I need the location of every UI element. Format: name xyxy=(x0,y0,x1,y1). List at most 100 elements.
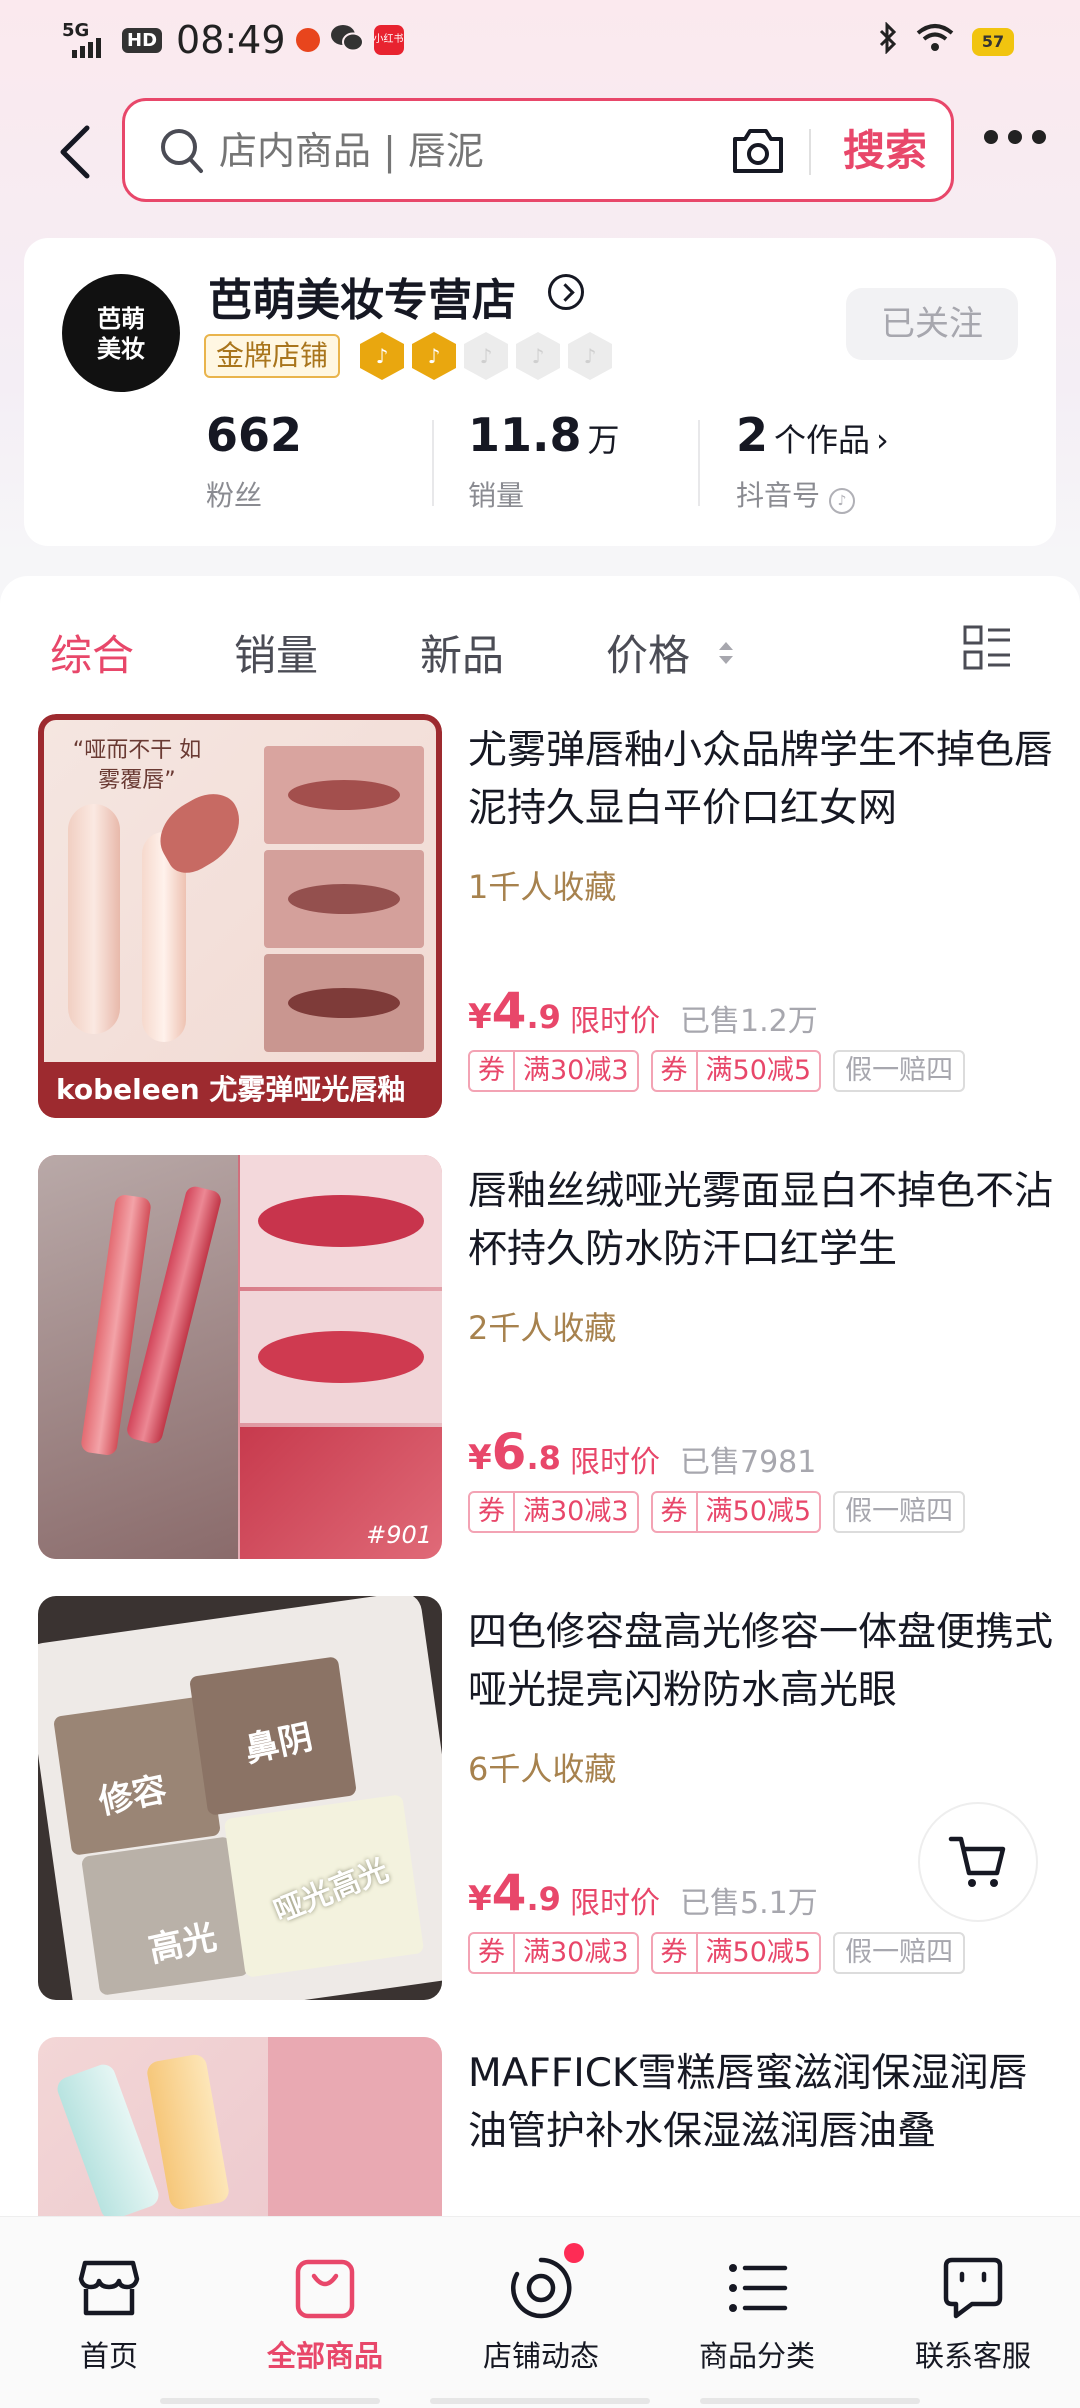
follow-button[interactable]: 已关注 xyxy=(846,288,1018,360)
back-button[interactable] xyxy=(52,122,96,182)
sort-tab-new[interactable]: 新品 xyxy=(420,622,504,683)
product-price: ¥4.9 xyxy=(468,1864,561,1922)
product-price: ¥4.9 xyxy=(468,982,561,1040)
stat-sales[interactable]: 11.8 万 销量 xyxy=(468,408,620,514)
product-favorites: 6千人收藏 xyxy=(468,1750,617,1788)
search-bar[interactable]: 搜索 xyxy=(122,98,954,202)
wifi-icon xyxy=(916,23,954,61)
cart-icon xyxy=(948,1836,1006,1887)
search-button[interactable]: 搜索 xyxy=(825,119,945,183)
product-card[interactable]: “哑而不干 如雾覆唇” kobeleen 尤雾弹哑光唇釉 尤雾弹唇釉小众品牌学生… xyxy=(38,714,1058,1118)
status-bar: 5G HD 08:49 小红书 57 xyxy=(0,0,1080,84)
sort-arrows-icon xyxy=(716,638,736,672)
sold-count: 已售1.2万 xyxy=(680,1004,818,1039)
product-card[interactable]: MAFFICK雪糕唇蜜滋润保湿润唇油管护补水保湿滋润唇油叠 xyxy=(38,2037,1058,2216)
sort-tab-comprehensive[interactable]: 综合 xyxy=(50,622,134,683)
chevron-right-circle-icon[interactable] xyxy=(548,274,584,310)
chevron-left-icon xyxy=(60,125,90,179)
shop-info-card: 芭萌 美妆 芭萌美妆专营店 金牌店铺 ♪ ♪ ♪ ♪ ♪ 已关注 662 粉丝 … xyxy=(24,238,1056,546)
product-image[interactable] xyxy=(38,2037,442,2216)
notification-dot xyxy=(564,2243,584,2263)
home-indicator xyxy=(700,2398,920,2404)
guarantee-tag: 假一赔四 xyxy=(833,1932,966,1974)
product-image[interactable]: “哑而不干 如雾覆唇” kobeleen 尤雾弹哑光唇釉 xyxy=(38,714,442,1118)
red-app-icon: 小红书 xyxy=(373,25,404,55)
home-indicator xyxy=(430,2398,650,2404)
limited-price-label: 限时价 xyxy=(570,1004,660,1039)
product-tags: 券满30减3 券满50减5 假一赔四 xyxy=(468,1491,966,1533)
shop-icon xyxy=(24,2253,194,2323)
sort-tab-price[interactable]: 价格 xyxy=(606,622,690,683)
sort-bar: 综合 销量 新品 价格 xyxy=(0,598,1080,698)
stat-divider xyxy=(698,420,700,506)
tier-icon-empty: ♪ xyxy=(568,332,612,380)
product-price: ¥6.8 xyxy=(468,1423,561,1481)
cellular-signal-icon: 5G xyxy=(62,20,112,60)
nav-customer-service[interactable]: 联系客服 xyxy=(888,2253,1058,2375)
status-time: 08:49 xyxy=(176,18,286,62)
coupon-tag: 券满30减3 xyxy=(468,1491,639,1533)
coupon-tag: 券满30减3 xyxy=(468,1932,639,1974)
sort-tab-sales[interactable]: 销量 xyxy=(234,622,318,683)
coupon-tag: 券满50减5 xyxy=(650,1491,822,1533)
douyin-logo-icon: ♪ xyxy=(828,488,855,514)
guarantee-tag: 假一赔四 xyxy=(833,1050,966,1092)
product-tags: 券满30减3 券满50减5 假一赔四 xyxy=(468,1050,966,1092)
product-title[interactable]: 唇釉丝绒哑光雾面显白不掉色不沾杯持久防水防汗口红学生 xyxy=(468,1163,1058,1279)
product-title[interactable]: MAFFICK雪糕唇蜜滋润保湿润唇油管护补水保湿滋润唇油叠 xyxy=(468,2045,1058,2161)
more-options-button[interactable] xyxy=(984,130,1046,144)
tier-icon-filled: ♪ xyxy=(412,332,456,380)
tier-icon-filled: ♪ xyxy=(360,332,404,380)
shop-name[interactable]: 芭萌美妆专营店 xyxy=(208,264,516,328)
sold-count: 已售5.1万 xyxy=(680,1886,818,1921)
notification-app-icon xyxy=(295,28,320,52)
limited-price-label: 限时价 xyxy=(570,1886,660,1921)
gold-shop-badge: 金牌店铺 xyxy=(204,334,341,378)
tier-icon-empty: ♪ xyxy=(516,332,560,380)
battery-icon: 57 xyxy=(972,28,1014,56)
search-input[interactable] xyxy=(219,123,719,179)
nav-shop-updates[interactable]: 店铺动态 xyxy=(456,2243,626,2375)
stat-works[interactable]: 2 个作品 › 抖音号 ♪ xyxy=(736,408,889,514)
image-caption: #901 xyxy=(366,1521,432,1549)
product-tags: 券满30减3 券满50减5 假一赔四 xyxy=(468,1932,966,1974)
chat-icon xyxy=(888,2253,1058,2323)
search-divider xyxy=(809,129,811,175)
nav-home[interactable]: 首页 xyxy=(24,2253,194,2375)
list-icon xyxy=(672,2253,842,2323)
cart-button[interactable] xyxy=(918,1802,1038,1922)
nav-all-products[interactable]: 全部商品 xyxy=(240,2253,410,2375)
image-quote-text: “哑而不干 如雾覆唇” xyxy=(72,738,202,793)
nav-categories[interactable]: 商品分类 xyxy=(672,2253,842,2375)
bottom-navigation: 首页 全部商品 店铺动态 商品分类 联系客服 xyxy=(0,2216,1080,2408)
product-favorites: 1千人收藏 xyxy=(468,868,617,906)
product-title[interactable]: 四色修容盘高光修容一体盘便携式哑光提亮闪粉防水高光眼 xyxy=(468,1604,1058,1720)
more-dots-icon xyxy=(984,130,998,144)
coupon-tag: 券满50减5 xyxy=(650,1050,822,1092)
layout-toggle-icon[interactable] xyxy=(962,624,1012,676)
coupon-tag: 券满50减5 xyxy=(650,1932,822,1974)
coupon-tag: 券满30减3 xyxy=(468,1050,639,1092)
product-image[interactable]: #901 xyxy=(38,1155,442,1559)
guarantee-tag: 假一赔四 xyxy=(833,1491,966,1533)
search-icon xyxy=(159,127,205,181)
product-image[interactable]: 修容 鼻阴 高光 哑光高光 xyxy=(38,1596,442,2000)
camera-icon[interactable] xyxy=(731,125,785,181)
image-caption: kobeleen 尤雾弹哑光唇釉 xyxy=(38,1062,442,1118)
wechat-icon xyxy=(330,23,364,57)
home-indicator xyxy=(160,2398,380,2404)
product-card[interactable]: 修容 鼻阴 高光 哑光高光 四色修容盘高光修容一体盘便携式哑光提亮闪粉防水高光眼… xyxy=(38,1596,1058,2000)
product-card[interactable]: #901 唇釉丝绒哑光雾面显白不掉色不沾杯持久防水防汗口红学生 2千人收藏 ¥6… xyxy=(38,1155,1058,1559)
hd-badge: HD xyxy=(122,27,163,53)
product-favorites: 2千人收藏 xyxy=(468,1309,617,1347)
stat-divider xyxy=(432,420,434,506)
product-title[interactable]: 尤雾弹唇釉小众品牌学生不掉色唇泥持久显白平价口红女网 xyxy=(468,722,1058,838)
limited-price-label: 限时价 xyxy=(570,1445,660,1480)
sold-count: 已售7981 xyxy=(680,1445,817,1480)
camera-ring-icon xyxy=(456,2253,626,2323)
shop-tier-icons: ♪ ♪ ♪ ♪ ♪ xyxy=(360,332,612,380)
chevron-right-icon: › xyxy=(876,421,889,459)
bag-icon xyxy=(240,2253,410,2323)
shop-logo[interactable]: 芭萌 美妆 xyxy=(62,274,180,392)
stat-fans[interactable]: 662 粉丝 xyxy=(206,408,302,514)
